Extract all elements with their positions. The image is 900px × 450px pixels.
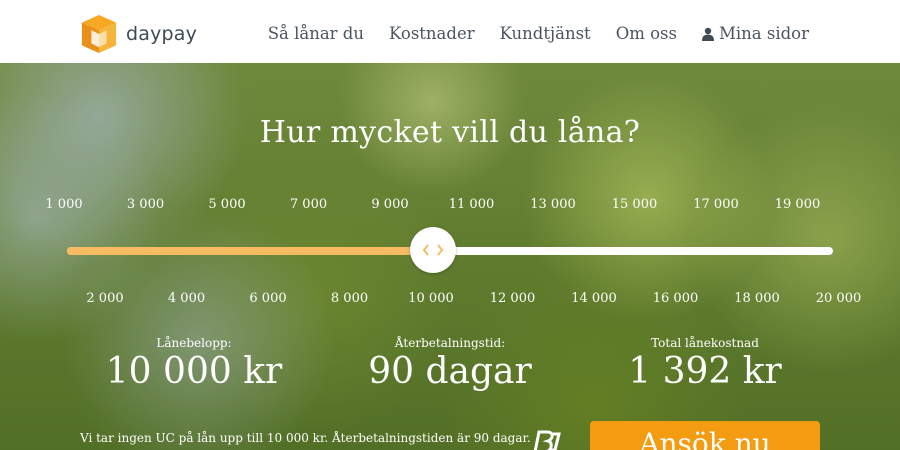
slider-tick-label: 10 000 [408,291,454,306]
nav-item-kundtjanst[interactable]: Kundtjänst [500,24,591,43]
slider-tick-label: 16 000 [652,291,699,306]
slider-tick-label: 15 000 [611,197,658,212]
slider-tick-label: 1 000 [45,197,83,212]
logo[interactable]: daypay [80,15,197,53]
loan-amount-label: Lånebelopp: [156,336,232,350]
total-cost-block: Total lånekostnad 1 392 kr [585,336,825,392]
uc-info-note: Vi tar ingen UC på lån upp till 10 000 k… [80,431,531,445]
amount-slider-fill [67,247,434,255]
nav-item-om-oss[interactable]: Om oss [616,24,677,43]
repayment-term-block: Återbetalningstid: 90 dagar [330,336,570,392]
repayment-term-value: 90 dagar [368,351,532,392]
slider-tick-label: 12 000 [489,291,536,306]
amount-slider-handle[interactable] [410,227,457,273]
loan-summary: Lånebelopp: 10 000 kr Återbetalningstid:… [0,336,900,396]
nav-item-kostnader[interactable]: Kostnader [389,24,475,43]
chevron-left-icon [422,244,429,256]
bankid-logo-icon [533,430,561,450]
slider-tick-label: 14 000 [571,291,617,306]
cube-logo-icon [81,15,117,53]
repayment-term-label: Återbetalningstid: [394,336,506,350]
apply-now-button[interactable]: Ansök nu [590,421,820,450]
loan-calculator-hero: Hur mycket vill du låna? 1 000 3 000 5 000… [0,63,900,450]
nav-item-sa-lanar-du[interactable]: Så lånar du [268,24,364,43]
slider-tick-label: 4 000 [167,291,206,306]
total-cost-label: Total lånekostnad [651,336,759,350]
slider-tick-label: 19 000 [774,197,821,212]
slider-tick-label: 17 000 [693,197,739,212]
main-nav: Så lånar du Kostnader Kundtjänst Om oss … [268,24,809,43]
loan-amount-value: 10 000 kr [105,351,283,392]
user-icon [701,27,714,41]
slider-tick-label: 18 000 [734,291,780,306]
page-title: Hur mycket vill du låna? [259,115,641,150]
site-header: daypay Så lånar du Kostnader Kundtjänst … [0,0,900,63]
slider-tick-label: 8 000 [330,291,369,306]
slider-tick-label: 5 000 [208,197,246,212]
loan-amount-block: Lånebelopp: 10 000 kr [74,336,314,392]
slider-tick-label: 9 000 [371,197,409,212]
slider-tick-label: 6 000 [249,291,287,306]
logo-text: daypay [126,23,198,45]
slider-tick-label: 20 000 [815,291,862,306]
slider-tick-label: 2 000 [86,291,124,306]
slider-tick-label: 3 000 [126,197,165,212]
chevron-right-icon [437,244,444,256]
slider-tick-label: 13 000 [530,197,576,212]
mina-sidor-label: Mina sidor [718,24,809,43]
slider-tick-label: 7 000 [289,197,328,212]
slider-tick-label: 11 000 [448,197,495,212]
nav-item-mina-sidor[interactable]: Mina sidor [701,24,809,43]
total-cost-value: 1 392 kr [628,351,782,392]
